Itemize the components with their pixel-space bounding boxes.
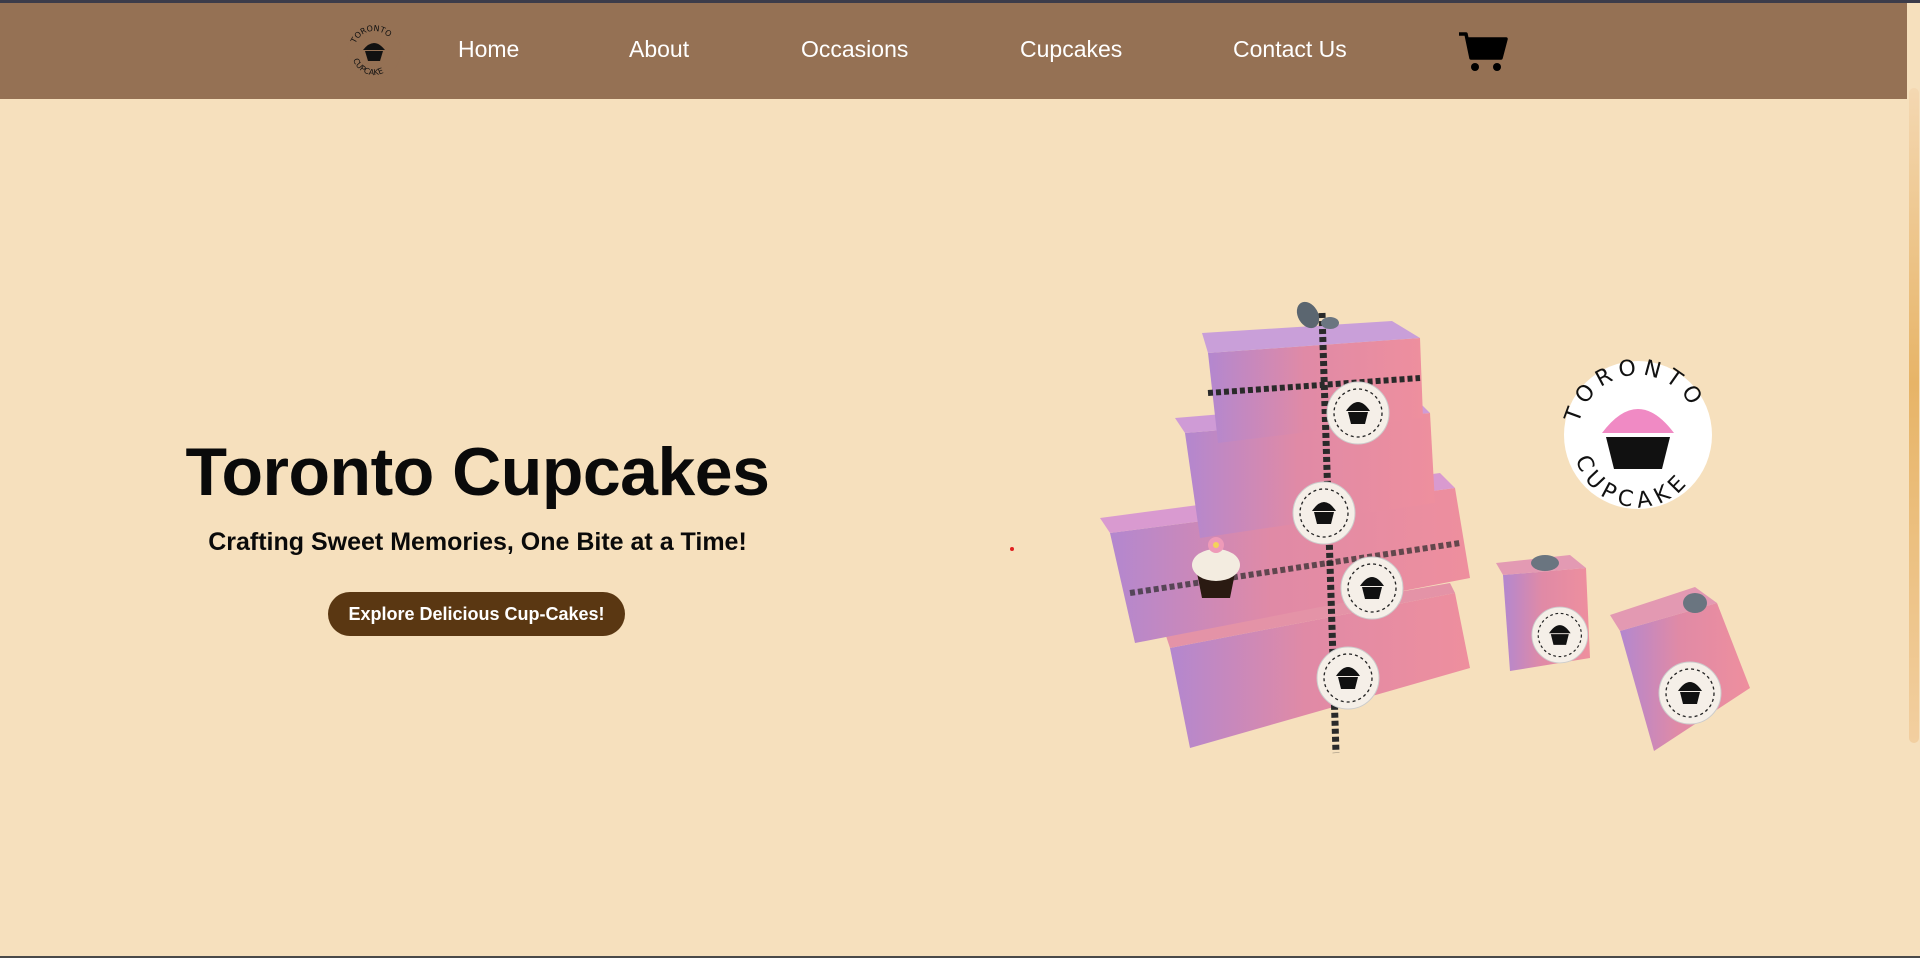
nav-home-link[interactable]: Home	[458, 36, 519, 63]
scrollbar-thumb[interactable]	[1909, 88, 1919, 743]
navbar: TORONTO CUPCAKE Home About Occasions Cup…	[0, 3, 1907, 99]
hero-title: Toronto Cupcakes	[185, 434, 770, 510]
red-dot-marker	[1010, 547, 1014, 551]
nav-contact-link[interactable]: Contact Us	[1233, 36, 1347, 63]
explore-cupcakes-button[interactable]: Explore Delicious Cup-Cakes!	[328, 592, 625, 636]
toronto-cupcake-logo-icon[interactable]: TORONTO CUPCAKE	[346, 23, 402, 79]
nav-occasions-link[interactable]: Occasions	[801, 36, 908, 63]
hero-subtitle: Crafting Sweet Memories, One Bite at a T…	[208, 528, 747, 556]
shopping-cart-icon[interactable]	[1458, 30, 1508, 74]
nav-about-link[interactable]: About	[629, 36, 689, 63]
nav-cupcakes-link[interactable]: Cupcakes	[1020, 36, 1122, 63]
page-scrollbar[interactable]	[1907, 3, 1920, 958]
cupcake-boxes-image: TORONTO CUPCAKE	[1100, 301, 1750, 754]
